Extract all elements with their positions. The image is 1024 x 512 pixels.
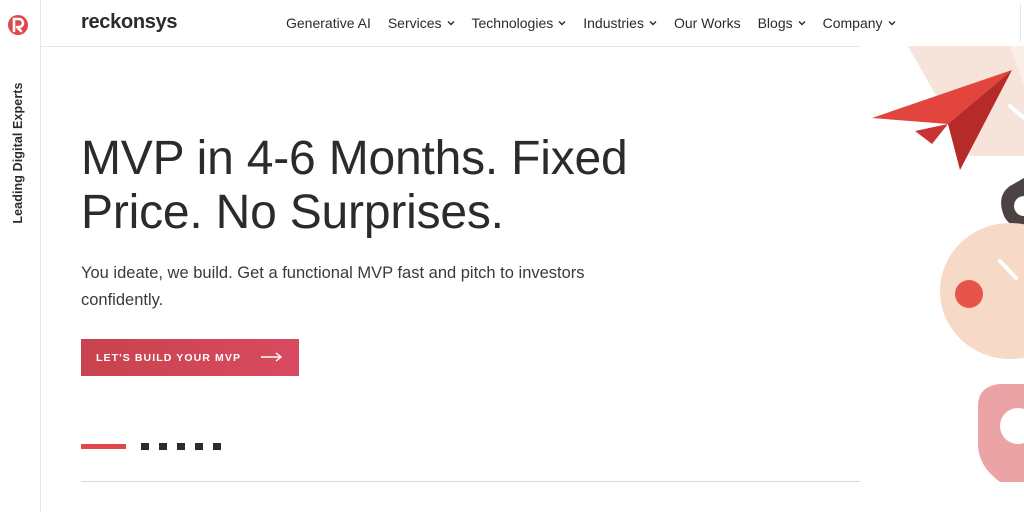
nav-item-label: Industries (583, 15, 644, 31)
hero-illustration (860, 46, 1024, 482)
nav-item-company[interactable]: Company (823, 15, 896, 31)
slide-indicator[interactable] (177, 443, 185, 450)
nav-item-label: Technologies (471, 15, 554, 31)
nav-item-our-works[interactable]: Our Works (674, 15, 741, 31)
chevron-down-icon (447, 21, 455, 26)
chevron-down-icon (888, 21, 896, 26)
hero-title: MVP in 4-6 Months. Fixed Price. No Surpr… (81, 132, 628, 239)
chevron-down-icon (649, 21, 657, 26)
arrow-right-icon (261, 352, 283, 362)
nav-item-label: Company (822, 15, 883, 31)
rail-tagline-text: Leading Digital Experts (11, 82, 25, 224)
nav-item-technologies[interactable]: Technologies (472, 15, 567, 31)
nav-item-generative-ai[interactable]: Generative AI (286, 15, 371, 31)
nav-item-label: Services (387, 15, 442, 31)
slide-indicator[interactable] (195, 443, 203, 450)
chevron-down-icon (798, 21, 806, 26)
rail-tagline: Leading Digital Experts (2, 78, 34, 228)
nav-item-label: Our Works (673, 15, 741, 31)
slide-indicator[interactable] (213, 443, 221, 450)
nav-item-services[interactable]: Services (388, 15, 455, 31)
header-divider (1020, 4, 1021, 42)
reckonsys-logo-icon[interactable] (7, 14, 29, 36)
chevron-down-icon (558, 21, 566, 26)
red-dot-shape (955, 280, 983, 308)
slide-indicator-active[interactable] (81, 444, 126, 449)
left-rail: Leading Digital Experts (0, 0, 41, 512)
build-mvp-button-label: LET'S BUILD YOUR MVP (96, 351, 242, 364)
nav-item-blogs[interactable]: Blogs (758, 15, 806, 31)
slide-indicator[interactable] (141, 443, 149, 450)
slider-pagination (81, 443, 221, 450)
nav-item-industries[interactable]: Industries (583, 15, 657, 31)
build-mvp-button[interactable]: LET'S BUILD YOUR MVP (81, 339, 299, 376)
top-navbar: reckonsys Generative AI Services Technolog… (41, 0, 1024, 47)
main-nav: Generative AI Services Technologies Industr… (286, 15, 896, 31)
slide-indicator[interactable] (159, 443, 167, 450)
nav-item-label: Blogs (757, 15, 793, 31)
hero-subtitle: You ideate, we build. Get a functional M… (81, 264, 585, 309)
nav-item-label: Generative AI (286, 15, 371, 31)
brand-logo[interactable]: reckonsys (81, 11, 178, 34)
